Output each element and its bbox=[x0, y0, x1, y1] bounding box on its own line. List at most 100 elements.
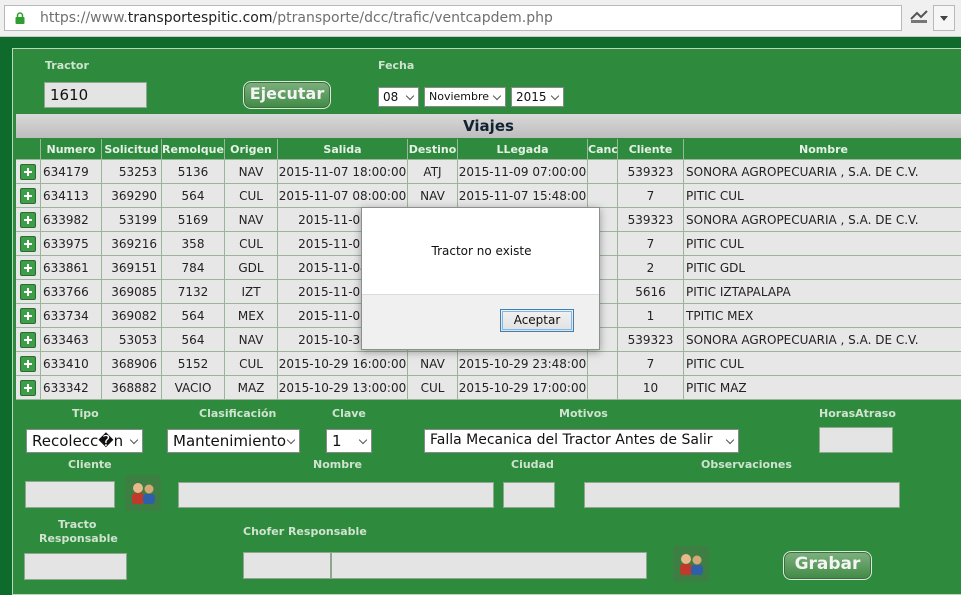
cell-llegada: 2015-10-29 17:00:00 bbox=[458, 376, 588, 400]
cell-canc bbox=[588, 352, 618, 376]
cell-llegada: 2015-11-09 07:00:00 bbox=[458, 160, 588, 184]
expand-cell bbox=[16, 208, 41, 232]
horas-atraso-input[interactable] bbox=[819, 427, 893, 453]
url-field[interactable]: https://www.transportespitic.com/ptransp… bbox=[4, 5, 902, 31]
chofer-id-input[interactable] bbox=[243, 552, 331, 579]
day-select[interactable]: 08 bbox=[378, 87, 419, 107]
users-icon bbox=[132, 483, 155, 504]
search-driver-button[interactable] bbox=[673, 546, 709, 582]
dialog-footer: Aceptar bbox=[362, 294, 599, 349]
column-header-origen[interactable]: Origen bbox=[225, 139, 278, 160]
chevron-down-icon bbox=[550, 91, 560, 101]
table-row[interactable]: 634113 369290 564 CUL 2015-11-07 08:00:00 NAV… bbox=[16, 184, 961, 208]
cell-numero: 633463 bbox=[41, 328, 102, 352]
clasificacion-select[interactable]: Mantenimiento bbox=[167, 429, 300, 453]
motivos-label: Motivos bbox=[559, 407, 608, 420]
year-select[interactable]: 2015 bbox=[511, 87, 564, 107]
plus-icon[interactable] bbox=[20, 308, 36, 324]
aceptar-button[interactable]: Aceptar bbox=[500, 309, 574, 332]
plus-icon[interactable] bbox=[20, 188, 36, 204]
cell-solicitud: 369082 bbox=[102, 304, 162, 328]
cell-llegada: 2015-11-07 15:48:00 bbox=[458, 184, 588, 208]
cell-destino: NAV bbox=[408, 352, 458, 376]
cell-canc bbox=[588, 184, 618, 208]
cell-origen: MEX bbox=[225, 304, 278, 328]
horas-atraso-label: HorasAtraso bbox=[819, 407, 896, 420]
plus-icon[interactable] bbox=[20, 356, 36, 372]
ejecutar-button[interactable]: Ejecutar bbox=[243, 81, 331, 109]
cell-numero: 633982 bbox=[41, 208, 102, 232]
cell-solicitud: 369085 bbox=[102, 280, 162, 304]
cell-solicitud: 53253 bbox=[102, 160, 162, 184]
month-select[interactable]: Noviembre bbox=[424, 87, 506, 107]
table-row[interactable]: 634179 53253 5136 NAV 2015-11-07 18:00:00 ATJ… bbox=[16, 160, 961, 184]
compatibility-view-icon[interactable] bbox=[909, 9, 929, 25]
cell-origen: GDL bbox=[225, 256, 278, 280]
column-header-nombre[interactable]: Nombre bbox=[684, 139, 961, 160]
cell-remolque: 564 bbox=[162, 328, 225, 352]
expand-cell bbox=[16, 232, 41, 256]
column-header-canc[interactable]: Canc bbox=[588, 139, 618, 160]
observaciones-input[interactable] bbox=[584, 482, 900, 508]
cell-origen: CUL bbox=[225, 352, 278, 376]
cell-cliente: 539323 bbox=[618, 328, 684, 352]
browser-address-bar: https://www.transportespitic.com/ptransp… bbox=[0, 0, 961, 37]
plus-icon[interactable] bbox=[20, 212, 36, 228]
cell-destino: ATJ bbox=[408, 160, 458, 184]
cell-origen: NAV bbox=[225, 160, 278, 184]
plus-icon[interactable] bbox=[20, 164, 36, 180]
expand-cell bbox=[16, 352, 41, 376]
search-client-button[interactable] bbox=[125, 475, 161, 511]
column-header-solicitud[interactable]: Solicitud bbox=[102, 139, 162, 160]
url-dropdown-button[interactable] bbox=[933, 5, 955, 31]
column-header-salida[interactable]: Salida bbox=[278, 139, 408, 160]
plus-icon[interactable] bbox=[20, 236, 36, 252]
column-header-destino[interactable]: Destino bbox=[408, 139, 458, 160]
plus-icon[interactable] bbox=[20, 380, 36, 396]
clave-select[interactable]: 1 bbox=[326, 429, 372, 453]
tipo-select[interactable]: Recolecc�n bbox=[26, 429, 143, 453]
cell-nombre: PITIC GDL bbox=[684, 256, 961, 280]
alert-dialog: Tractor no existe Aceptar bbox=[361, 207, 600, 350]
cell-remolque: 358 bbox=[162, 232, 225, 256]
expand-cell bbox=[16, 304, 41, 328]
chofer-name-input[interactable] bbox=[331, 552, 647, 579]
table-header: Numero Solicitud Remolque Origen Salida Desti… bbox=[16, 139, 961, 160]
cliente-input[interactable] bbox=[25, 481, 115, 508]
tractor-input[interactable]: 1610 bbox=[44, 82, 147, 108]
column-header-llegada[interactable]: LLegada bbox=[458, 139, 588, 160]
table-row[interactable]: 633342 368882 VACIO MAZ 2015-10-29 13:00:00 C… bbox=[16, 376, 961, 400]
cell-numero: 633410 bbox=[41, 352, 102, 376]
grabar-button[interactable]: Grabar bbox=[783, 551, 872, 580]
users-icon bbox=[680, 554, 703, 575]
expand-cell bbox=[16, 376, 41, 400]
chevron-down-icon bbox=[492, 91, 502, 101]
dialog-message: Tractor no existe bbox=[431, 244, 532, 258]
motivos-select[interactable]: Falla Mecanica del Tractor Antes de Sali… bbox=[424, 429, 739, 453]
cell-numero: 634113 bbox=[41, 184, 102, 208]
column-header-remolque[interactable]: Remolque bbox=[162, 139, 225, 160]
nombre-input[interactable] bbox=[178, 482, 494, 508]
cell-nombre: SONORA AGROPECUARIA , S.A. DE C.V. bbox=[684, 328, 961, 352]
cell-origen: CUL bbox=[225, 184, 278, 208]
column-header-cliente[interactable]: Cliente bbox=[618, 139, 684, 160]
cell-salida: 2015-10-29 13:00:00 bbox=[278, 376, 408, 400]
cell-cliente: 539323 bbox=[618, 160, 684, 184]
column-header-numero[interactable]: Numero bbox=[41, 139, 102, 160]
expand-cell bbox=[16, 160, 41, 184]
plus-icon[interactable] bbox=[20, 260, 36, 276]
tracto-responsable-input[interactable] bbox=[24, 553, 127, 580]
cell-llegada: 2015-10-29 23:48:00 bbox=[458, 352, 588, 376]
plus-icon[interactable] bbox=[20, 284, 36, 300]
chevron-down-icon bbox=[940, 16, 948, 21]
plus-icon[interactable] bbox=[20, 332, 36, 348]
cell-solicitud: 53053 bbox=[102, 328, 162, 352]
ciudad-input[interactable] bbox=[503, 482, 555, 508]
cell-numero: 633861 bbox=[41, 256, 102, 280]
lock-icon bbox=[15, 12, 25, 24]
expand-cell bbox=[16, 328, 41, 352]
cell-nombre: PITIC CUL bbox=[684, 352, 961, 376]
observaciones-label: Observaciones bbox=[701, 458, 792, 471]
table-row[interactable]: 633410 368906 5152 CUL 2015-10-29 16:00:00 NA… bbox=[16, 352, 961, 376]
expand-cell bbox=[16, 280, 41, 304]
